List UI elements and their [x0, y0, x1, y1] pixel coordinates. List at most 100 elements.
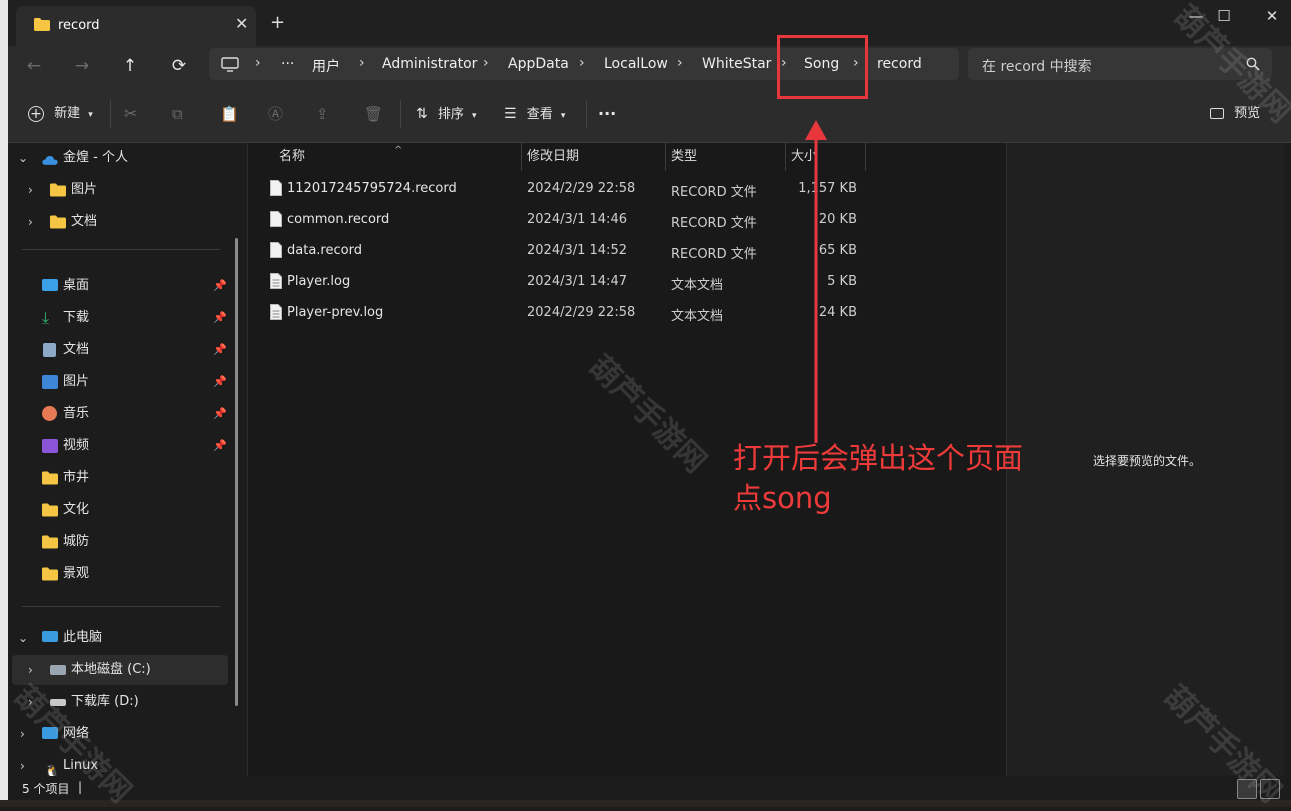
- address-row: ← → ↑ ⟳ › ··· 用户 › Administrator › AppDa…: [8, 46, 1291, 86]
- chevron-down-icon: ▾: [560, 111, 566, 121]
- breadcrumb-administrator[interactable]: Administrator: [382, 56, 477, 72]
- breadcrumb-more[interactable]: ···: [281, 56, 294, 72]
- cut-icon[interactable]: ✂: [124, 102, 137, 126]
- chevron-right-icon: ›: [28, 215, 33, 229]
- preview-pane: 选择要预览的文件。: [1006, 143, 1284, 776]
- sidebar-item-label: 文化: [63, 502, 90, 517]
- sidebar-divider: [22, 249, 220, 250]
- table-row[interactable]: common.record 2024/3/1 14:46 RECORD 文件 2…: [256, 205, 996, 236]
- column-divider[interactable]: [665, 143, 666, 171]
- file-name: Player-prev.log: [287, 305, 384, 320]
- sidebar-item-od-documents[interactable]: › 文档: [8, 207, 228, 237]
- column-header-type[interactable]: 类型: [671, 143, 697, 171]
- sort-ascending-icon: ^: [394, 145, 403, 156]
- rename-icon[interactable]: Ⓐ: [268, 102, 283, 126]
- paste-icon[interactable]: 📋: [220, 102, 239, 126]
- breadcrumb-locallow[interactable]: LocalLow: [604, 56, 668, 72]
- status-bar: 5 个项目 |: [8, 776, 1291, 800]
- folder-icon: [50, 215, 66, 229]
- plus-circle-icon: +: [28, 105, 44, 122]
- file-icon: [270, 242, 282, 258]
- refresh-icon[interactable]: ⟳: [165, 52, 193, 80]
- table-row[interactable]: Player-prev.log 2024/2/29 22:58 文本文档 24 …: [256, 298, 996, 329]
- sort-icon: ⇅: [416, 106, 428, 122]
- sidebar-item-shijing[interactable]: 市井: [8, 463, 228, 493]
- sidebar-item-documents[interactable]: 文档 📌: [8, 335, 228, 365]
- forward-arrow-icon[interactable]: →: [68, 52, 96, 80]
- annotation-line-1: 打开后会弹出这个页面: [733, 441, 1024, 475]
- sidebar-item-label: 下载: [63, 310, 90, 325]
- table-row[interactable]: Player.log 2024/3/1 14:47 文本文档 5 KB: [256, 267, 996, 298]
- sidebar-item-label: 本地磁盘 (C:): [71, 662, 151, 677]
- file-date: 2024/3/1 14:52: [527, 243, 627, 258]
- sidebar-item-od-pictures[interactable]: › 图片: [8, 175, 228, 205]
- delete-icon[interactable]: 🗑: [364, 102, 383, 126]
- sidebar-item-videos[interactable]: 视频 📌: [8, 431, 228, 461]
- table-row[interactable]: 112017245795724.record 2024/2/29 22:58 R…: [256, 174, 996, 205]
- sidebar-item-jingguan[interactable]: 景观: [8, 559, 228, 589]
- sidebar-item-pictures[interactable]: 图片 📌: [8, 367, 228, 397]
- pin-icon[interactable]: 📌: [213, 431, 227, 461]
- column-header-name[interactable]: 名称: [279, 143, 305, 171]
- breadcrumb-separator: ›: [677, 55, 683, 71]
- folder-icon: [42, 503, 58, 517]
- breadcrumb-users[interactable]: 用户: [312, 56, 340, 76]
- sidebar-item-chengfang[interactable]: 城防: [8, 527, 228, 557]
- column-header-date[interactable]: 修改日期: [527, 143, 579, 171]
- computer-icon: [42, 631, 58, 642]
- file-type: 文本文档: [671, 309, 724, 324]
- new-button[interactable]: + 新建 ▾: [28, 102, 93, 126]
- chevron-down-icon: ▾: [472, 111, 477, 121]
- file-name: Player.log: [287, 274, 351, 289]
- file-date: 2024/3/1 14:46: [527, 212, 627, 227]
- pin-icon[interactable]: 📌: [213, 367, 227, 397]
- sidebar-item-onedrive[interactable]: ⌄ 金煌 - 个人: [8, 143, 228, 173]
- sidebar-item-wenhua[interactable]: 文化: [8, 495, 228, 525]
- share-icon[interactable]: ⇪: [316, 102, 329, 126]
- column-divider[interactable]: [865, 143, 866, 171]
- breadcrumb-record[interactable]: record: [877, 56, 922, 72]
- pin-icon[interactable]: 📌: [213, 399, 227, 429]
- sidebar-item-label: 景观: [63, 566, 90, 581]
- preview-pane-icon: [1210, 108, 1224, 119]
- new-tab-button[interactable]: +: [270, 12, 285, 33]
- sidebar-item-label: 文档: [63, 342, 90, 357]
- sidebar-item-music[interactable]: 音乐 📌: [8, 399, 228, 429]
- breadcrumb-whitestar[interactable]: WhiteStar: [702, 56, 771, 72]
- file-name: 112017245795724.record: [287, 181, 457, 196]
- preview-empty-message: 选择要预览的文件。: [1093, 454, 1202, 468]
- up-arrow-icon[interactable]: ↑: [116, 52, 144, 80]
- close-tab-icon[interactable]: ✕: [235, 14, 248, 33]
- column-divider[interactable]: [785, 143, 786, 171]
- sidebar-scrollbar[interactable]: [235, 238, 238, 706]
- video-icon: [42, 439, 58, 453]
- sidebar-item-desktop[interactable]: 桌面 📌: [8, 271, 228, 301]
- chevron-right-icon: ›: [28, 183, 33, 197]
- item-count: 5 个项目: [22, 782, 70, 796]
- sidebar-item-label: 音乐: [63, 406, 90, 421]
- more-options-icon[interactable]: ···: [598, 102, 616, 126]
- folder-icon: [42, 535, 58, 549]
- view-button[interactable]: ☰ 查看 ▾: [504, 102, 565, 126]
- file-name: data.record: [287, 243, 362, 258]
- picture-icon: [42, 375, 58, 389]
- text-file-icon: [270, 304, 282, 320]
- sort-button[interactable]: ⇅ 排序 ▾: [416, 102, 477, 126]
- tab-record[interactable]: record ✕: [16, 6, 256, 46]
- pin-icon[interactable]: 📌: [213, 271, 227, 301]
- back-arrow-icon[interactable]: ←: [20, 52, 48, 80]
- search-input[interactable]: 在 record 中搜索: [982, 56, 1092, 76]
- pin-icon[interactable]: 📌: [213, 303, 227, 333]
- table-row[interactable]: data.record 2024/3/1 14:52 RECORD 文件 65 …: [256, 236, 996, 267]
- pin-icon[interactable]: 📌: [213, 335, 227, 365]
- sidebar-item-this-pc[interactable]: ⌄ 此电脑: [8, 623, 228, 653]
- view-label: 查看: [526, 107, 553, 122]
- breadcrumb-appdata[interactable]: AppData: [508, 56, 569, 72]
- chevron-right-icon: ›: [20, 727, 25, 741]
- computer-icon: [221, 57, 239, 72]
- copy-icon[interactable]: ⧉: [172, 102, 183, 126]
- background-desktop-edge: [0, 800, 1291, 807]
- column-divider[interactable]: [521, 143, 522, 171]
- sidebar-item-downloads[interactable]: ⤓ 下载 📌: [8, 303, 228, 333]
- close-window-button[interactable]: ✕: [1257, 4, 1287, 28]
